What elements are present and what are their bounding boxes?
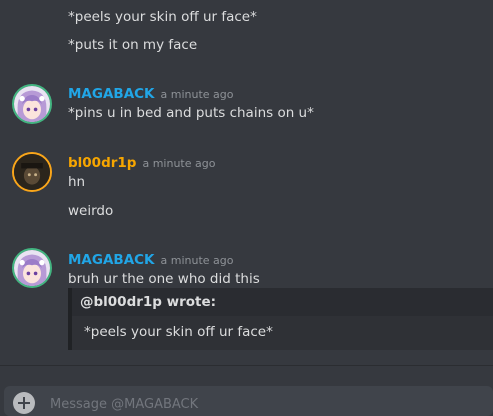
quote-text: *peels your skin off ur face* [84,324,273,340]
anime-avatar-icon [14,86,50,122]
anime-avatar-icon [14,250,50,286]
add-attachment-icon[interactable] [13,392,35,414]
quote-header: @bl00dr1p wrote: [80,294,217,310]
username[interactable]: bl00dr1p [68,155,136,171]
quote-block: @bl00dr1p wrote: *peels your skin off ur… [68,288,493,350]
message-line: weirdo [68,203,114,219]
message-input[interactable] [48,394,472,414]
message-line: *pins u in bed and puts chains on u* [68,105,314,121]
timestamp: a minute ago [160,254,234,267]
message-line: hn [68,174,86,190]
message-line: *peels your skin off ur face* [68,9,257,25]
message-header: MAGABACK a minute ago [68,83,234,102]
message-composer [4,386,493,416]
quote-body: *peels your skin off ur face* [72,316,493,350]
dark-avatar-icon [14,154,50,190]
avatar[interactable] [12,84,52,124]
avatar[interactable] [12,248,52,288]
username[interactable]: MAGABACK [68,252,155,268]
timestamp: a minute ago [160,88,234,101]
message-header: bl00dr1p a minute ago [68,152,215,171]
message-line: *puts it on my face [68,37,198,53]
message-header: MAGABACK a minute ago [68,249,234,268]
avatar[interactable] [12,152,52,192]
timestamp: a minute ago [142,157,216,170]
composer-divider [0,365,493,366]
username[interactable]: MAGABACK [68,86,155,102]
message-line: bruh ur the one who did this [68,271,260,287]
